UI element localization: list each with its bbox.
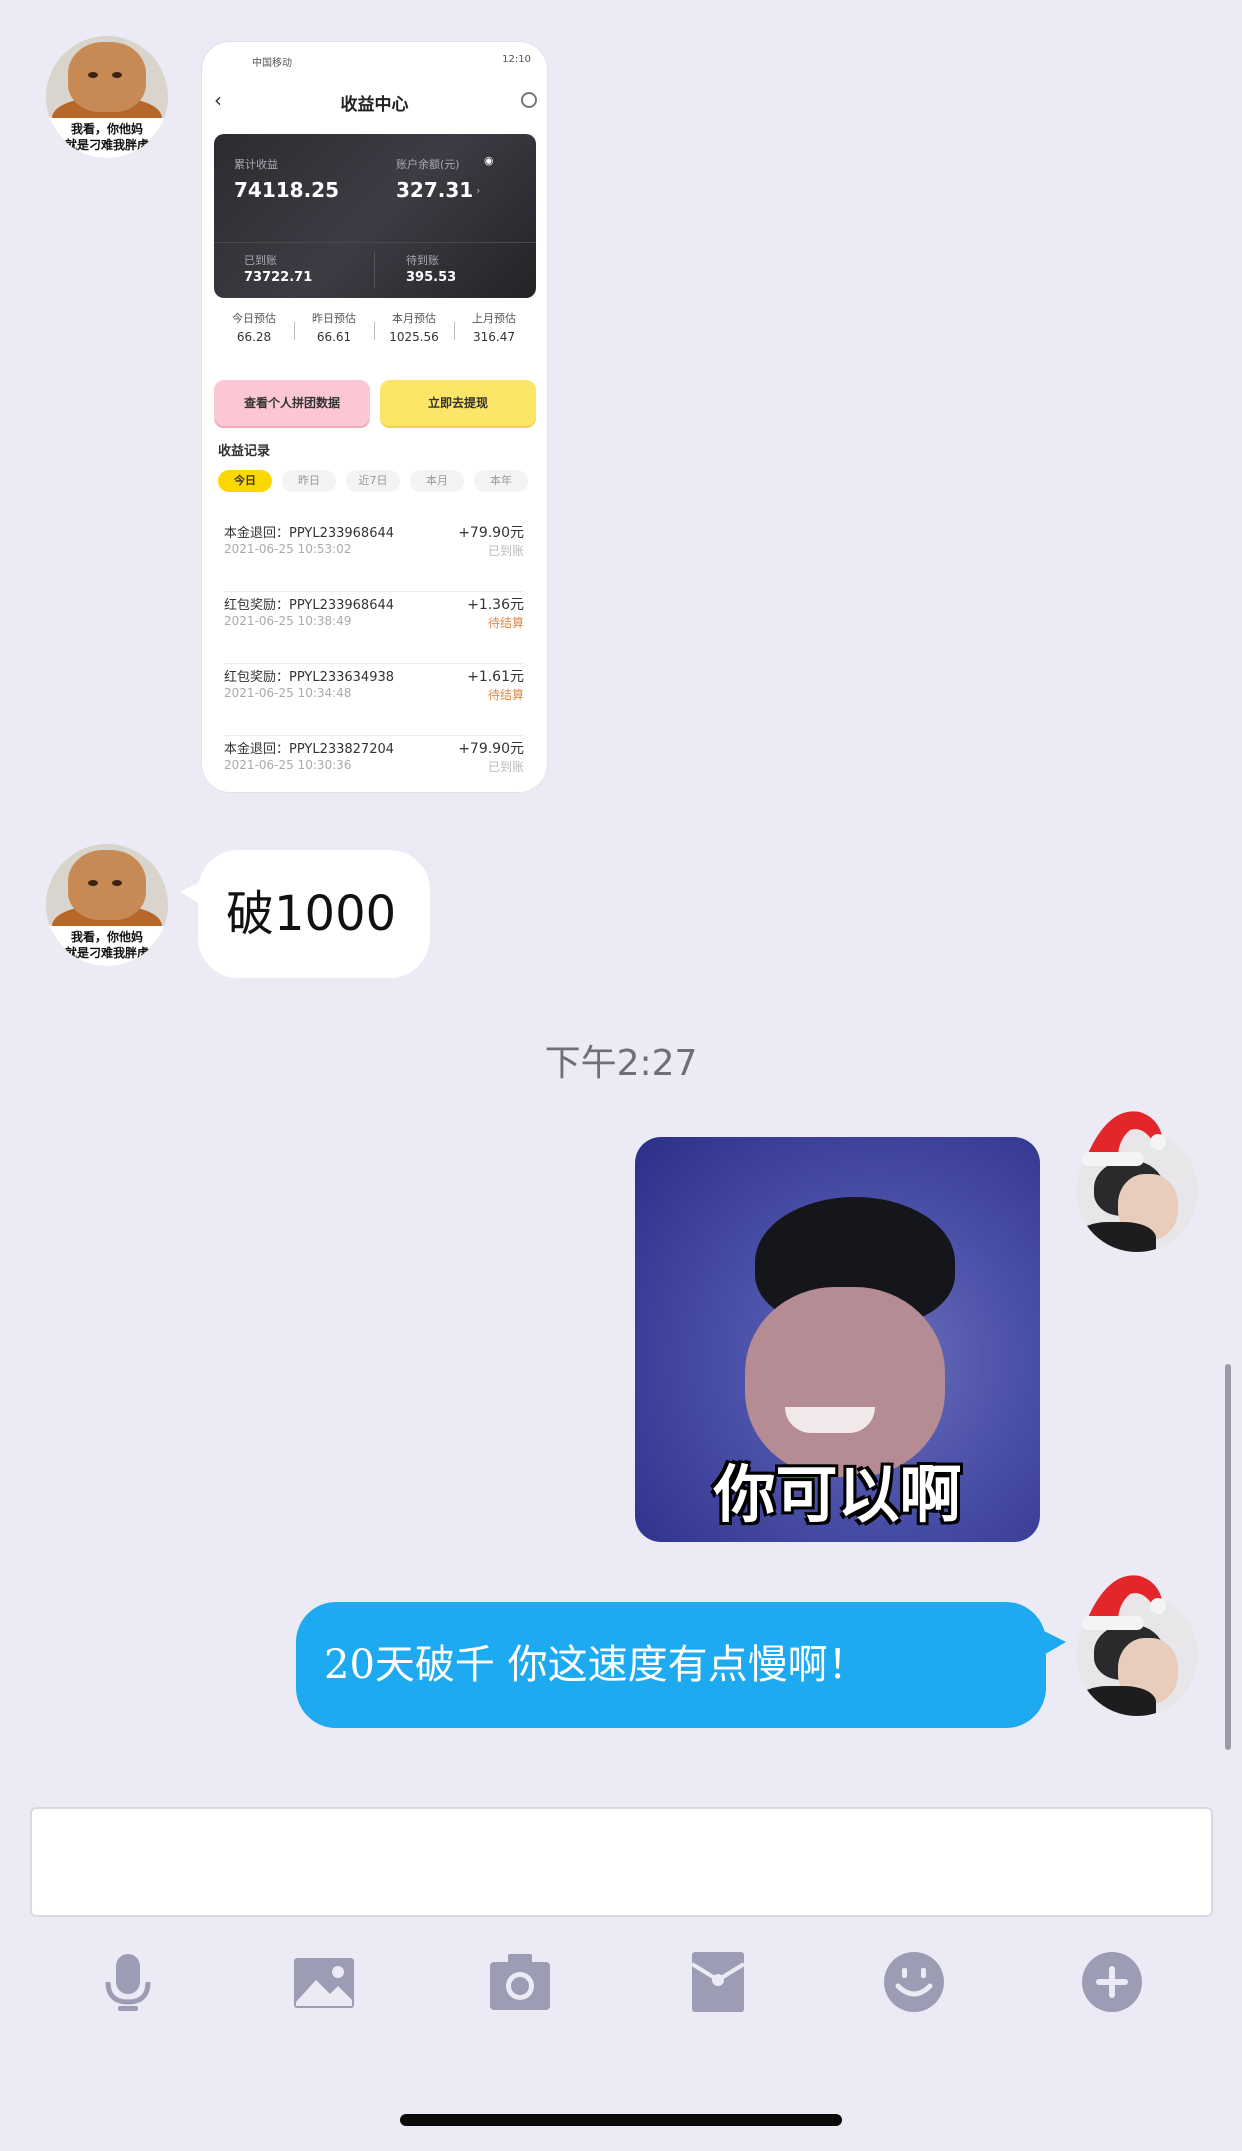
balance-value: 327.31 [396,178,474,202]
avatar-eye [112,880,122,886]
received-message-bubble[interactable]: 破1000 [180,850,430,978]
avatar-eye [88,880,98,886]
record-name: 红包奖励：PPYL233968644 [224,598,395,613]
tab-year: 本年 [474,470,528,492]
record-date: 2021-06-25 10:34:48 [224,686,352,700]
message-timestamp: 下午2:27 [544,1043,698,1084]
message-input[interactable] [30,1807,1213,1917]
tab-yesterday: 昨日 [282,470,336,492]
tab-month: 本月 [410,470,464,492]
avatar-eye [88,72,98,78]
record-row: 本金退回：PPYL233968644 2021-06-25 10:53:02 +… [224,522,524,592]
image-icon[interactable] [292,1950,356,2014]
record-amount: +79.90元 [458,525,524,541]
stat-label: 今日预估 [232,312,276,325]
camera-icon[interactable] [488,1950,552,2014]
record-date: 2021-06-25 10:38:49 [224,614,352,628]
plus-icon[interactable] [1080,1950,1144,2014]
avatar-caption-line: 就是刁难我胖虎 [64,138,149,152]
records-tabs: 今日 昨日 近7日 本月 本年 [218,470,538,494]
tab-7days: 近7日 [346,470,400,492]
stat-label: 昨日预估 [312,312,356,325]
record-row: 红包奖励：PPYL233634938 2021-06-25 10:34:48 +… [224,666,524,736]
carrier-label: 中国移动 [252,58,292,69]
record-name: 红包奖励：PPYL233634938 [224,670,395,685]
record-name: 本金退回：PPYL233827204 [224,742,395,757]
avatar-caption-line: 我看，你他妈 [70,122,143,136]
divider [374,252,375,288]
record-date: 2021-06-25 10:30:36 [224,758,352,772]
record-amount: +79.90元 [458,741,524,757]
avatar-shirt [1076,1222,1156,1252]
divider [214,242,536,243]
balance-label: 账户余额(元) [396,158,460,171]
tab-today: 今日 [218,470,272,492]
avatar-caption-line: 就是刁难我胖虎 [64,946,149,960]
stat-value: 1025.56 [389,330,439,344]
eye-icon: ◉ [484,154,494,167]
total-earnings-value: 74118.25 [234,178,340,202]
stat-value: 66.28 [236,330,272,344]
stat-value: 316.47 [473,330,515,344]
nav-bar: ‹ 收益中心 [202,82,547,122]
sticker-caption: 你可以啊 [713,1458,962,1531]
avatar-shirt [1076,1686,1156,1716]
record-amount: +1.61元 [467,669,524,685]
santa-hat-icon [1082,1111,1166,1166]
record-row: 本金退回：PPYL233827204 2021-06-25 10:30:36 +… [224,738,524,792]
records-title: 收益记录 [218,444,271,459]
stat-label: 本月预估 [392,312,436,325]
stat-item: 上月预估 316.47 [454,310,534,344]
stat-item: 本月预估 1025.56 [374,310,454,344]
avatar-face [68,42,146,112]
record-name: 本金退回：PPYL233968644 [224,526,395,541]
stat-value: 66.61 [316,330,352,344]
withdraw-button: 立即去提现 [380,380,536,426]
microphone-icon[interactable] [96,1950,160,2014]
arrived-label: 已到账 [244,254,277,267]
sticker-message[interactable]: 你可以啊 [635,1137,1040,1542]
stat-item: 今日预估 66.28 [214,310,294,344]
arrived-value: 73722.71 [244,270,313,285]
page-title: 收益中心 [340,95,409,115]
pending-value: 395.53 [406,270,457,285]
contact-avatar[interactable]: 我看，你他妈 就是刁难我胖虎 [46,844,168,966]
stat-item: 昨日预估 66.61 [294,310,374,344]
avatar-face [68,850,146,920]
status-time: 12:10 [502,54,531,65]
record-row: 红包奖励：PPYL233968644 2021-06-25 10:38:49 +… [224,594,524,664]
estimate-stats: 今日预估 66.28 昨日预估 66.61 本月预估 1025.56 上月预估 316.… [214,310,536,360]
avatar-eye [112,72,122,78]
avatar-caption: 我看，你他妈 就是刁难我胖虎 [46,118,168,158]
santa-hat-icon [1082,1575,1166,1630]
scrollbar[interactable] [1225,1364,1231,1750]
contact-avatar[interactable]: 我看，你他妈 就是刁难我胖虎 [46,36,168,158]
avatar-caption-line: 我看，你他妈 [70,930,143,944]
record-date: 2021-06-25 10:53:02 [224,542,352,556]
avatar-caption: 我看，你他妈 就是刁难我胖虎 [46,926,168,966]
record-state: 已到账 [487,544,524,558]
stat-label: 上月预估 [472,312,516,325]
record-state: 待结算 [487,616,524,630]
view-group-data-button: 查看个人拼团数据 [214,380,370,426]
earnings-summary-card: 累计收益 74118.25 账户余额(元) ◉ 327.31 › 已到账 737… [214,134,536,298]
search-icon [521,92,537,108]
chevron-right-icon: › [476,184,481,197]
record-state: 已到账 [487,760,524,774]
record-amount: +1.36元 [467,597,524,613]
sent-message-bubble[interactable]: 20天破千 你这速度有点慢啊！ [296,1602,1066,1728]
red-packet-icon[interactable] [686,1950,750,2014]
total-earnings-label: 累计收益 [234,158,278,171]
record-state: 待结算 [487,688,524,702]
emoji-icon[interactable] [882,1950,946,2014]
image-message-screenshot[interactable]: 中国移动 12:10 ‹ 收益中心 累计收益 74118.25 账户余额(元) … [202,42,547,792]
sticker-smile [785,1407,875,1433]
home-indicator[interactable] [400,2114,842,2126]
status-bar: 中国移动 12:10 [202,54,547,70]
pending-label: 待到账 [406,254,439,267]
